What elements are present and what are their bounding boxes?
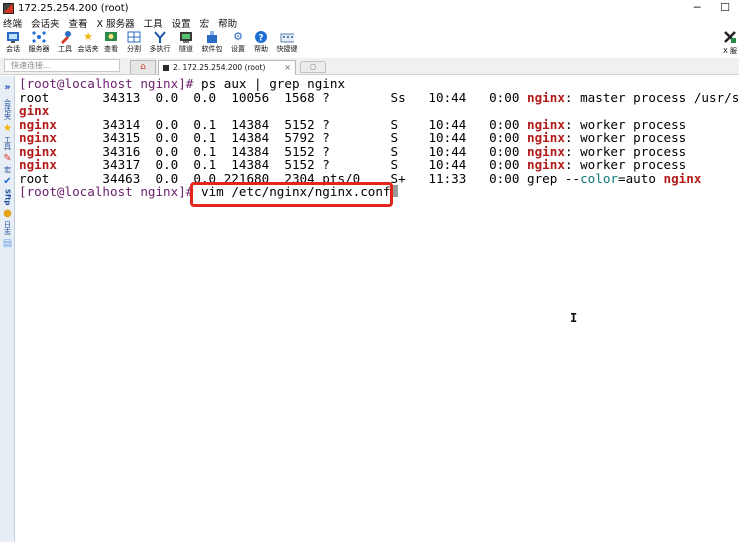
minimize-button[interactable]: ─ [683,0,711,16]
view-icon [104,30,118,44]
session-icon [6,30,20,44]
sidebar-item-sessions[interactable]: 会话夹 ★ [0,98,15,135]
home-tab[interactable]: ⌂ [130,60,156,74]
toolbar-view-button[interactable]: 查看 [101,30,121,54]
sidebar-toggle[interactable]: » [0,82,15,94]
app-logo-icon [3,2,14,14]
toolbar-packages-button[interactable]: 软件包 [199,30,225,54]
tab-strip: 快速连接... ⌂ 2. 172.25.254.200 (root) × ○ [0,58,739,75]
svg-text:?: ? [258,34,263,44]
menu-terminal[interactable]: 终端 [3,16,22,30]
tunnel-icon [179,30,193,44]
mouse-ibeam-cursor-icon: I [570,311,578,325]
title-bar: 172.25.254.200 (root) ─ ☐ [0,0,739,16]
terminal-line: nginx 34316 0.0 0.1 14384 5152 ? S 10:44… [19,143,687,159]
new-tab-button[interactable]: ○ [300,61,326,73]
terminal-line: nginx 34315 0.0 0.1 14384 5792 ? S 10:44… [19,130,687,145]
double-chevron-right-icon: » [4,82,11,93]
window-title: 172.25.254.200 (root) [18,2,129,14]
toolbar-help-button[interactable]: ? 帮助 [251,30,271,54]
menu-macros[interactable]: 宏 [200,16,210,30]
session-tab[interactable]: 2. 172.25.254.200 (root) × [158,60,296,75]
toolbar-multiexec-button[interactable]: 多执行 [147,30,173,54]
toolbar-favorites-button[interactable]: ★ 会话夹 [78,30,99,54]
sidebar-item-tools[interactable]: 工具 ✎ [0,135,15,165]
menu-help[interactable]: 帮助 [218,16,237,30]
terminal-output[interactable]: [root@localhost nginx]# ps aux | grep ng… [19,77,739,542]
shortcuts-icon [280,30,294,44]
favorites-star-icon: ★ [83,30,93,43]
shell-prompt: [root@localhost nginx]# [19,184,201,199]
toolbar-tools-button[interactable]: 工具 [55,30,75,54]
toolbar: 会话 服务器 工具 ★ 会话夹 查看 分割 多执行 隧道 软件包 ⚙ 设置 ? … [0,30,739,58]
help-icon: ? [254,30,268,44]
split-icon [127,30,141,44]
menu-sessions[interactable]: 会话夹 [31,16,60,30]
tools-icon [58,30,72,44]
menu-view[interactable]: 查看 [69,16,88,30]
terminal-line: nginx 34314 0.0 0.1 14384 5152 ? S 10:44… [19,116,687,132]
quick-connect-input[interactable]: 快速连接... [4,59,120,72]
log-icon: ▤ [2,238,13,250]
toolbar-tunnel-button[interactable]: 隧道 [176,30,196,54]
sidebar-item-macros[interactable]: 宏 ✔ [0,165,15,188]
packages-icon [205,30,219,44]
left-sidebar: » 会话夹 ★ 工具 ✎ 宏 ✔ Sftp ● 日志 ▤ [0,76,15,542]
session-tab-label: 2. 172.25.254.200 (root) [173,63,266,72]
toolbar-split-button[interactable]: 分割 [124,30,144,54]
toolbar-settings-button[interactable]: ⚙ 设置 [228,30,248,54]
toolbar-servers-button[interactable]: 服务器 [26,30,52,54]
terminal-tab-icon [163,65,169,71]
menu-xserver[interactable]: X 服务器 [97,16,135,30]
menu-settings[interactable]: 设置 [172,16,191,30]
maximize-button[interactable]: ☐ [711,0,739,16]
window-controls: ─ ☐ [683,0,739,16]
toolbar-shortcuts-button[interactable]: 快捷键 [274,30,300,54]
toolbar-xserver-button[interactable]: X 服 [723,30,737,56]
macro-icon: ✔ [3,176,12,187]
close-tab-icon[interactable]: × [284,61,291,74]
terminal-line: [root@localhost nginx]# ps aux | grep ng… [19,77,739,91]
tools-icon: ✎ [3,153,12,164]
star-icon: ★ [3,123,12,134]
settings-gear-icon: ⚙ [233,30,243,43]
multiexec-icon [153,30,167,44]
menu-tools[interactable]: 工具 [144,16,163,30]
terminal-line: root 34313 0.0 0.0 10056 1568 ? Ss 10:44… [19,89,739,105]
terminal-line: nginx 34317 0.0 0.1 14384 5152 ? S 10:44… [19,157,687,172]
menu-bar: 终端 会话夹 查看 X 服务器 工具 设置 宏 帮助 [0,16,739,30]
sidebar-item-log[interactable]: 日志 ▤ [0,220,15,250]
home-icon: ⌂ [140,62,146,72]
toolbar-session-button[interactable]: 会话 [3,30,23,54]
terminal-line: ginx [19,103,50,118]
servers-icon [32,30,46,44]
xserver-icon [723,30,737,47]
sftp-icon: ● [3,208,12,220]
highlight-annotation-box [190,182,393,207]
sidebar-item-sftp[interactable]: Sftp ● [0,188,15,220]
new-tab-icon: ○ [309,62,317,71]
